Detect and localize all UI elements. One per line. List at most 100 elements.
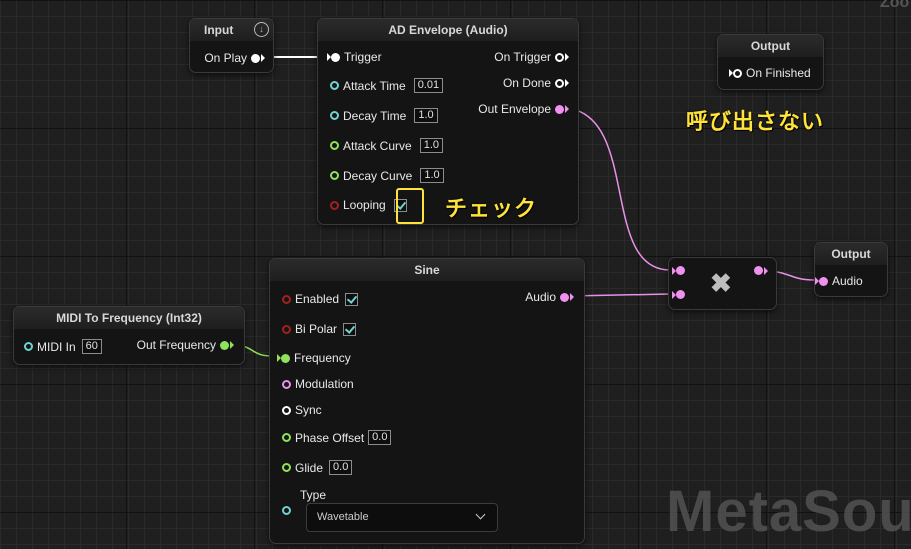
pin-out-frequency[interactable]: Out Frequency (133, 338, 234, 352)
pin-on-trigger[interactable]: On Trigger (490, 50, 569, 64)
pin-output-audio[interactable]: Audio (814, 274, 867, 288)
glide-input[interactable]: 0.0 (329, 460, 353, 475)
decay-curve-input[interactable]: 1.0 (420, 168, 444, 183)
pin-sync-label: Sync (295, 403, 322, 417)
float-pin-icon (330, 141, 339, 150)
chevron-down-icon (475, 509, 486, 520)
pin-enabled-label: Enabled (295, 292, 340, 306)
sine-node[interactable]: Sine Enabled Bi Polar Frequency Modulati… (269, 258, 585, 544)
float-out-pin-icon (220, 340, 234, 350)
type-dropdown-value: Wavetable (317, 511, 369, 523)
looping-highlight-box (396, 188, 424, 224)
pin-out-frequency-label: Out Frequency (136, 338, 216, 352)
pin-audio-out[interactable]: Audio (521, 290, 574, 304)
output-finished-node[interactable]: Output On Finished (717, 34, 824, 90)
enum-pin-icon[interactable] (282, 506, 291, 515)
pin-on-done-label: On Done (502, 76, 551, 90)
pin-phase-offset-label: Phase Offset (295, 430, 365, 445)
bool-pin-icon (282, 324, 291, 334)
trigger-pin-icon (282, 405, 291, 415)
pin-attack-time-label: Attack Time (343, 78, 406, 93)
pin-multiply-out[interactable] (754, 266, 768, 275)
audio-out-pin-icon (555, 104, 569, 114)
attack-curve-input[interactable]: 1.0 (419, 138, 443, 153)
pin-audio-out-label: Audio (525, 290, 556, 304)
pin-trigger[interactable]: Trigger (326, 50, 386, 64)
pin-on-done[interactable]: On Done (499, 76, 569, 90)
pin-decay-time-label: Decay Time (343, 108, 407, 123)
pin-phase-offset[interactable]: Phase Offset 0.0 (282, 430, 392, 445)
float-pin-icon (282, 433, 291, 442)
annotation-check: チェック (445, 196, 538, 221)
wire-out-envelope-to-multiply (565, 107, 671, 271)
pin-enabled[interactable]: Enabled (282, 292, 359, 306)
pin-on-play[interactable]: On Play (200, 51, 265, 65)
pin-modulation[interactable]: Modulation (282, 377, 358, 391)
pin-attack-curve[interactable]: Attack Curve 1.0 (330, 138, 443, 153)
pin-decay-curve-label: Decay Curve (343, 168, 413, 183)
audio-pin-icon (282, 379, 291, 389)
output-audio-node[interactable]: Output Audio (814, 242, 888, 297)
pin-type-label-row: Type (300, 488, 326, 502)
zoom-label: Zoo (880, 0, 910, 11)
bool-pin-icon (282, 294, 291, 304)
pin-multiply-in-a[interactable] (671, 266, 685, 275)
pin-decay-time[interactable]: Decay Time 1.0 (330, 108, 438, 123)
pin-on-finished-label: On Finished (746, 66, 811, 80)
output-finished-title: Output (718, 35, 823, 57)
audio-in-pin-icon (671, 266, 685, 275)
float-in-pin-icon (276, 353, 290, 363)
phase-offset-input[interactable]: 0.0 (368, 430, 392, 445)
audio-in-pin-icon (814, 276, 828, 286)
pin-bi-polar[interactable]: Bi Polar (282, 322, 357, 336)
pin-midi-in[interactable]: MIDI In 60 (24, 339, 102, 354)
time-pin-icon (330, 81, 339, 90)
pin-glide-label: Glide (295, 460, 324, 475)
input-node[interactable]: Input ↓ On Play (189, 18, 274, 73)
pin-out-envelope-label: Out Envelope (478, 102, 551, 116)
bi-polar-checkbox[interactable] (343, 322, 357, 336)
pin-type-label: Type (300, 488, 327, 502)
audio-out-pin-icon (560, 292, 574, 302)
pin-attack-curve-label: Attack Curve (343, 138, 412, 153)
midi-to-frequency-node[interactable]: MIDI To Frequency (Int32) MIDI In 60 Out… (13, 306, 245, 365)
attack-time-input[interactable]: 0.01 (413, 78, 444, 93)
input-node-title: Input (204, 23, 234, 37)
midi-in-input[interactable]: 60 (81, 339, 102, 354)
pin-on-finished[interactable]: On Finished (728, 66, 815, 80)
pin-sync[interactable]: Sync (282, 403, 326, 417)
decay-time-input[interactable]: 1.0 (414, 108, 438, 123)
multiply-node[interactable]: ✖ (668, 257, 777, 310)
pin-midi-in-label: MIDI In (37, 339, 76, 354)
wire-sine-audio-to-multiply (569, 293, 671, 297)
pin-frequency[interactable]: Frequency (276, 351, 355, 365)
float-pin-icon (282, 463, 291, 472)
trigger-in-pin-icon (728, 68, 742, 78)
download-icon: ↓ (254, 22, 269, 37)
time-pin-icon (330, 111, 339, 120)
pin-attack-time[interactable]: Attack Time 0.01 (330, 78, 444, 93)
audio-in-pin-icon (671, 290, 685, 299)
input-node-header: Input ↓ (190, 19, 273, 41)
pin-multiply-in-b[interactable] (671, 290, 685, 299)
pin-frequency-label: Frequency (294, 351, 351, 365)
pin-modulation-label: Modulation (295, 377, 354, 391)
type-dropdown[interactable]: Wavetable (306, 503, 498, 532)
audio-out-pin-icon (754, 266, 768, 275)
metasound-watermark: MetaSour (666, 479, 911, 544)
pin-decay-curve[interactable]: Decay Curve 1.0 (330, 168, 444, 183)
trigger-pin-icon (326, 52, 340, 62)
pin-output-audio-label: Audio (832, 274, 863, 288)
enabled-checkbox[interactable] (345, 292, 359, 306)
pin-bi-polar-label: Bi Polar (295, 322, 338, 336)
sine-title: Sine (270, 259, 584, 281)
pin-out-envelope[interactable]: Out Envelope (474, 102, 569, 116)
float-pin-icon (330, 171, 339, 180)
pin-on-trigger-label: On Trigger (494, 50, 551, 64)
trigger-out-pin-icon (555, 52, 569, 62)
pin-looping-label: Looping (343, 198, 386, 212)
pin-trigger-label: Trigger (344, 50, 382, 64)
int-pin-icon (24, 342, 33, 351)
multiply-icon: ✖ (710, 268, 732, 298)
pin-glide[interactable]: Glide 0.0 (282, 460, 353, 475)
